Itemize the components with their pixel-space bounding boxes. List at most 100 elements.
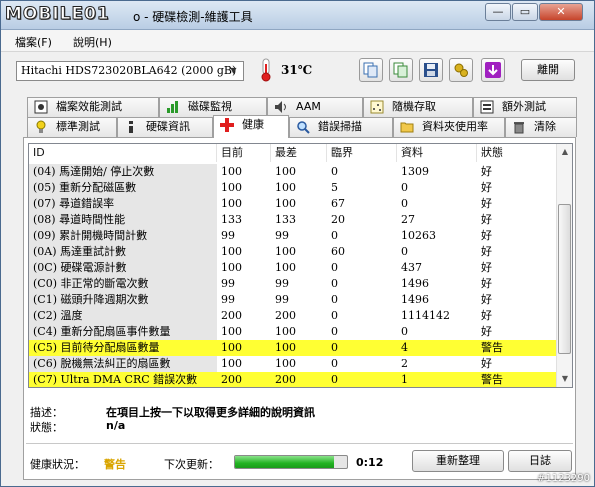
column-header-status[interactable]: 狀態 (477, 144, 557, 162)
refresh-button[interactable]: 重新整理 (412, 450, 504, 472)
table-row[interactable]: (C0) 非正常的斷電次數 99 99 0 1496 好 (29, 276, 557, 292)
cell-current: 100 (221, 261, 242, 274)
table-row[interactable]: (C5) 目前待分配扇區數量 100 100 0 4 警告 (29, 340, 557, 356)
cell-worst: 100 (275, 341, 296, 354)
progress-fill (235, 456, 334, 468)
column-header-threshold[interactable]: 臨界 (327, 144, 397, 162)
cell-id: (05) 重新分配磁區數 (29, 180, 217, 196)
thermometer-icon (261, 58, 271, 82)
column-header-worst[interactable]: 最差 (271, 144, 327, 162)
cell-id: (0A) 馬達重試計數 (29, 244, 217, 260)
cell-threshold: 67 (331, 197, 345, 210)
column-header-data[interactable]: 資料 (397, 144, 477, 162)
save-button[interactable] (419, 58, 443, 82)
table-row[interactable]: (09) 累計開機時間計數 99 99 0 10263 好 (29, 228, 557, 244)
cell-id: (07) 尋道錯誤率 (29, 196, 217, 212)
cell-status: 警告 (481, 373, 503, 386)
column-header-current[interactable]: 目前 (217, 144, 271, 162)
tab-label: 磁碟監視 (188, 100, 232, 113)
cell-threshold: 0 (331, 165, 338, 178)
cell-current: 100 (221, 341, 242, 354)
column-header-id[interactable]: ID (29, 144, 217, 162)
cell-data: 1309 (401, 165, 429, 178)
trash-icon (514, 122, 524, 134)
scroll-up-icon[interactable]: ▲ (557, 144, 572, 160)
tab-label: 硬碟資訊 (146, 120, 190, 133)
tab-label: 清除 (534, 120, 556, 133)
scroll-down-icon[interactable]: ▼ (557, 371, 572, 387)
tab-label: 額外測試 (502, 100, 546, 113)
table-row[interactable]: (C4) 重新分配扇區事件數量 100 100 0 0 好 (29, 324, 557, 340)
cell-id: (C5) 目前待分配扇區數量 (29, 340, 217, 356)
smart-table[interactable]: ID 目前 最差 臨界 資料 狀態 (04) 馬達開始/ 停止次數 100 100 0… (28, 143, 573, 388)
table-row[interactable]: (C2) 溫度 200 200 0 1114142 好 (29, 308, 557, 324)
speaker-icon (275, 101, 286, 113)
drive-select[interactable]: Hitachi HDS723020BLA642 (2000 gB) ▼ (16, 61, 244, 81)
table-row[interactable]: (04) 馬達開始/ 停止次數 100 100 0 1309 好 (29, 164, 557, 180)
table-row[interactable]: (0A) 馬達重試計數 100 100 60 0 好 (29, 244, 557, 260)
tab-folder-usage[interactable]: 資料夾使用率 (393, 117, 505, 137)
title-bar[interactable]: MOBILE01 o - 硬碟檢測-維護工具 — ▭ ✕ (1, 1, 594, 30)
table-header: ID 目前 最差 臨界 資料 狀態 (29, 144, 557, 162)
cell-worst: 100 (275, 181, 296, 194)
cell-current: 100 (221, 357, 242, 370)
cell-status: 好 (481, 325, 492, 338)
cell-data: 0 (401, 181, 408, 194)
table-row[interactable]: (C7) Ultra DMA CRC 錯誤次數 200 200 0 1 警告 (29, 372, 557, 387)
table-row[interactable]: (08) 尋道時間性能 133 133 20 27 好 (29, 212, 557, 228)
tab-erase[interactable]: 清除 (505, 117, 577, 137)
divider (26, 443, 573, 444)
tab-aam[interactable]: AAM (267, 97, 363, 117)
cell-worst: 100 (275, 357, 296, 370)
menu-help[interactable]: 說明(H) (73, 34, 112, 50)
cell-threshold: 5 (331, 181, 338, 194)
table-row[interactable]: (05) 重新分配磁區數 100 100 5 0 好 (29, 180, 557, 196)
temperature-readout: 31℃ (281, 63, 313, 77)
window-title: o - 硬碟檢測-維護工具 (133, 10, 253, 24)
copy-text-button[interactable] (359, 58, 383, 82)
tab-label: 檔案效能測試 (56, 100, 122, 113)
drive-select-value: Hitachi HDS723020BLA642 (2000 gB) (21, 64, 237, 77)
cell-worst: 100 (275, 325, 296, 338)
cell-threshold: 0 (331, 293, 338, 306)
tab-random-access[interactable]: 隨機存取 (363, 97, 473, 117)
cell-threshold: 20 (331, 213, 345, 226)
countdown-timer: 0:12 (356, 456, 384, 469)
log-button[interactable]: 日誌 (508, 450, 572, 472)
minimize-button[interactable]: — (485, 3, 511, 21)
tab-file-benchmark[interactable]: 檔案效能測試 (27, 97, 159, 117)
table-row[interactable]: (C6) 脫機無法糾正的扇區數 100 100 0 2 好 (29, 356, 557, 372)
table-row[interactable]: (C1) 磁頭升降週期次數 99 99 0 1496 好 (29, 292, 557, 308)
cell-status: 警告 (481, 341, 503, 354)
table-row[interactable]: (0C) 硬碟電源計數 100 100 0 437 好 (29, 260, 557, 276)
next-update-label: 下次更新： (164, 458, 219, 471)
vertical-scrollbar[interactable]: ▲ ▼ (556, 144, 572, 387)
scroll-thumb[interactable] (558, 204, 571, 354)
cell-threshold: 0 (331, 309, 338, 322)
tools-icon (454, 63, 468, 77)
options-button[interactable] (449, 58, 473, 82)
close-button[interactable]: ✕ (539, 3, 583, 21)
cell-threshold: 0 (331, 229, 338, 242)
tab-standard-test[interactable]: 標準測試 (27, 117, 117, 137)
table-row[interactable]: (07) 尋道錯誤率 100 100 67 0 好 (29, 196, 557, 212)
tab-disk-monitor[interactable]: 磁碟監視 (159, 97, 267, 117)
menu-file[interactable]: 檔案(F) (15, 34, 52, 50)
copy-screenshot-button[interactable] (389, 58, 413, 82)
download-button[interactable] (481, 58, 505, 82)
maximize-button[interactable]: ▭ (512, 3, 538, 21)
exit-button[interactable]: 離開 (521, 59, 575, 81)
tab-disk-info[interactable]: 硬碟資訊 (117, 117, 213, 137)
tab-extra-tests[interactable]: 額外測試 (473, 97, 577, 117)
cell-status: 好 (481, 293, 492, 306)
cell-status: 好 (481, 181, 492, 194)
cell-id: (09) 累計開機時間計數 (29, 228, 217, 244)
tab-health[interactable]: 健康 (213, 115, 289, 138)
cell-current: 99 (221, 277, 235, 290)
cell-data: 0 (401, 325, 408, 338)
extra-tests-icon (480, 100, 494, 114)
cell-status: 好 (481, 245, 492, 258)
cell-worst: 100 (275, 245, 296, 258)
random-access-icon (370, 100, 384, 114)
tab-error-scan[interactable]: 錯誤掃描 (289, 117, 393, 137)
